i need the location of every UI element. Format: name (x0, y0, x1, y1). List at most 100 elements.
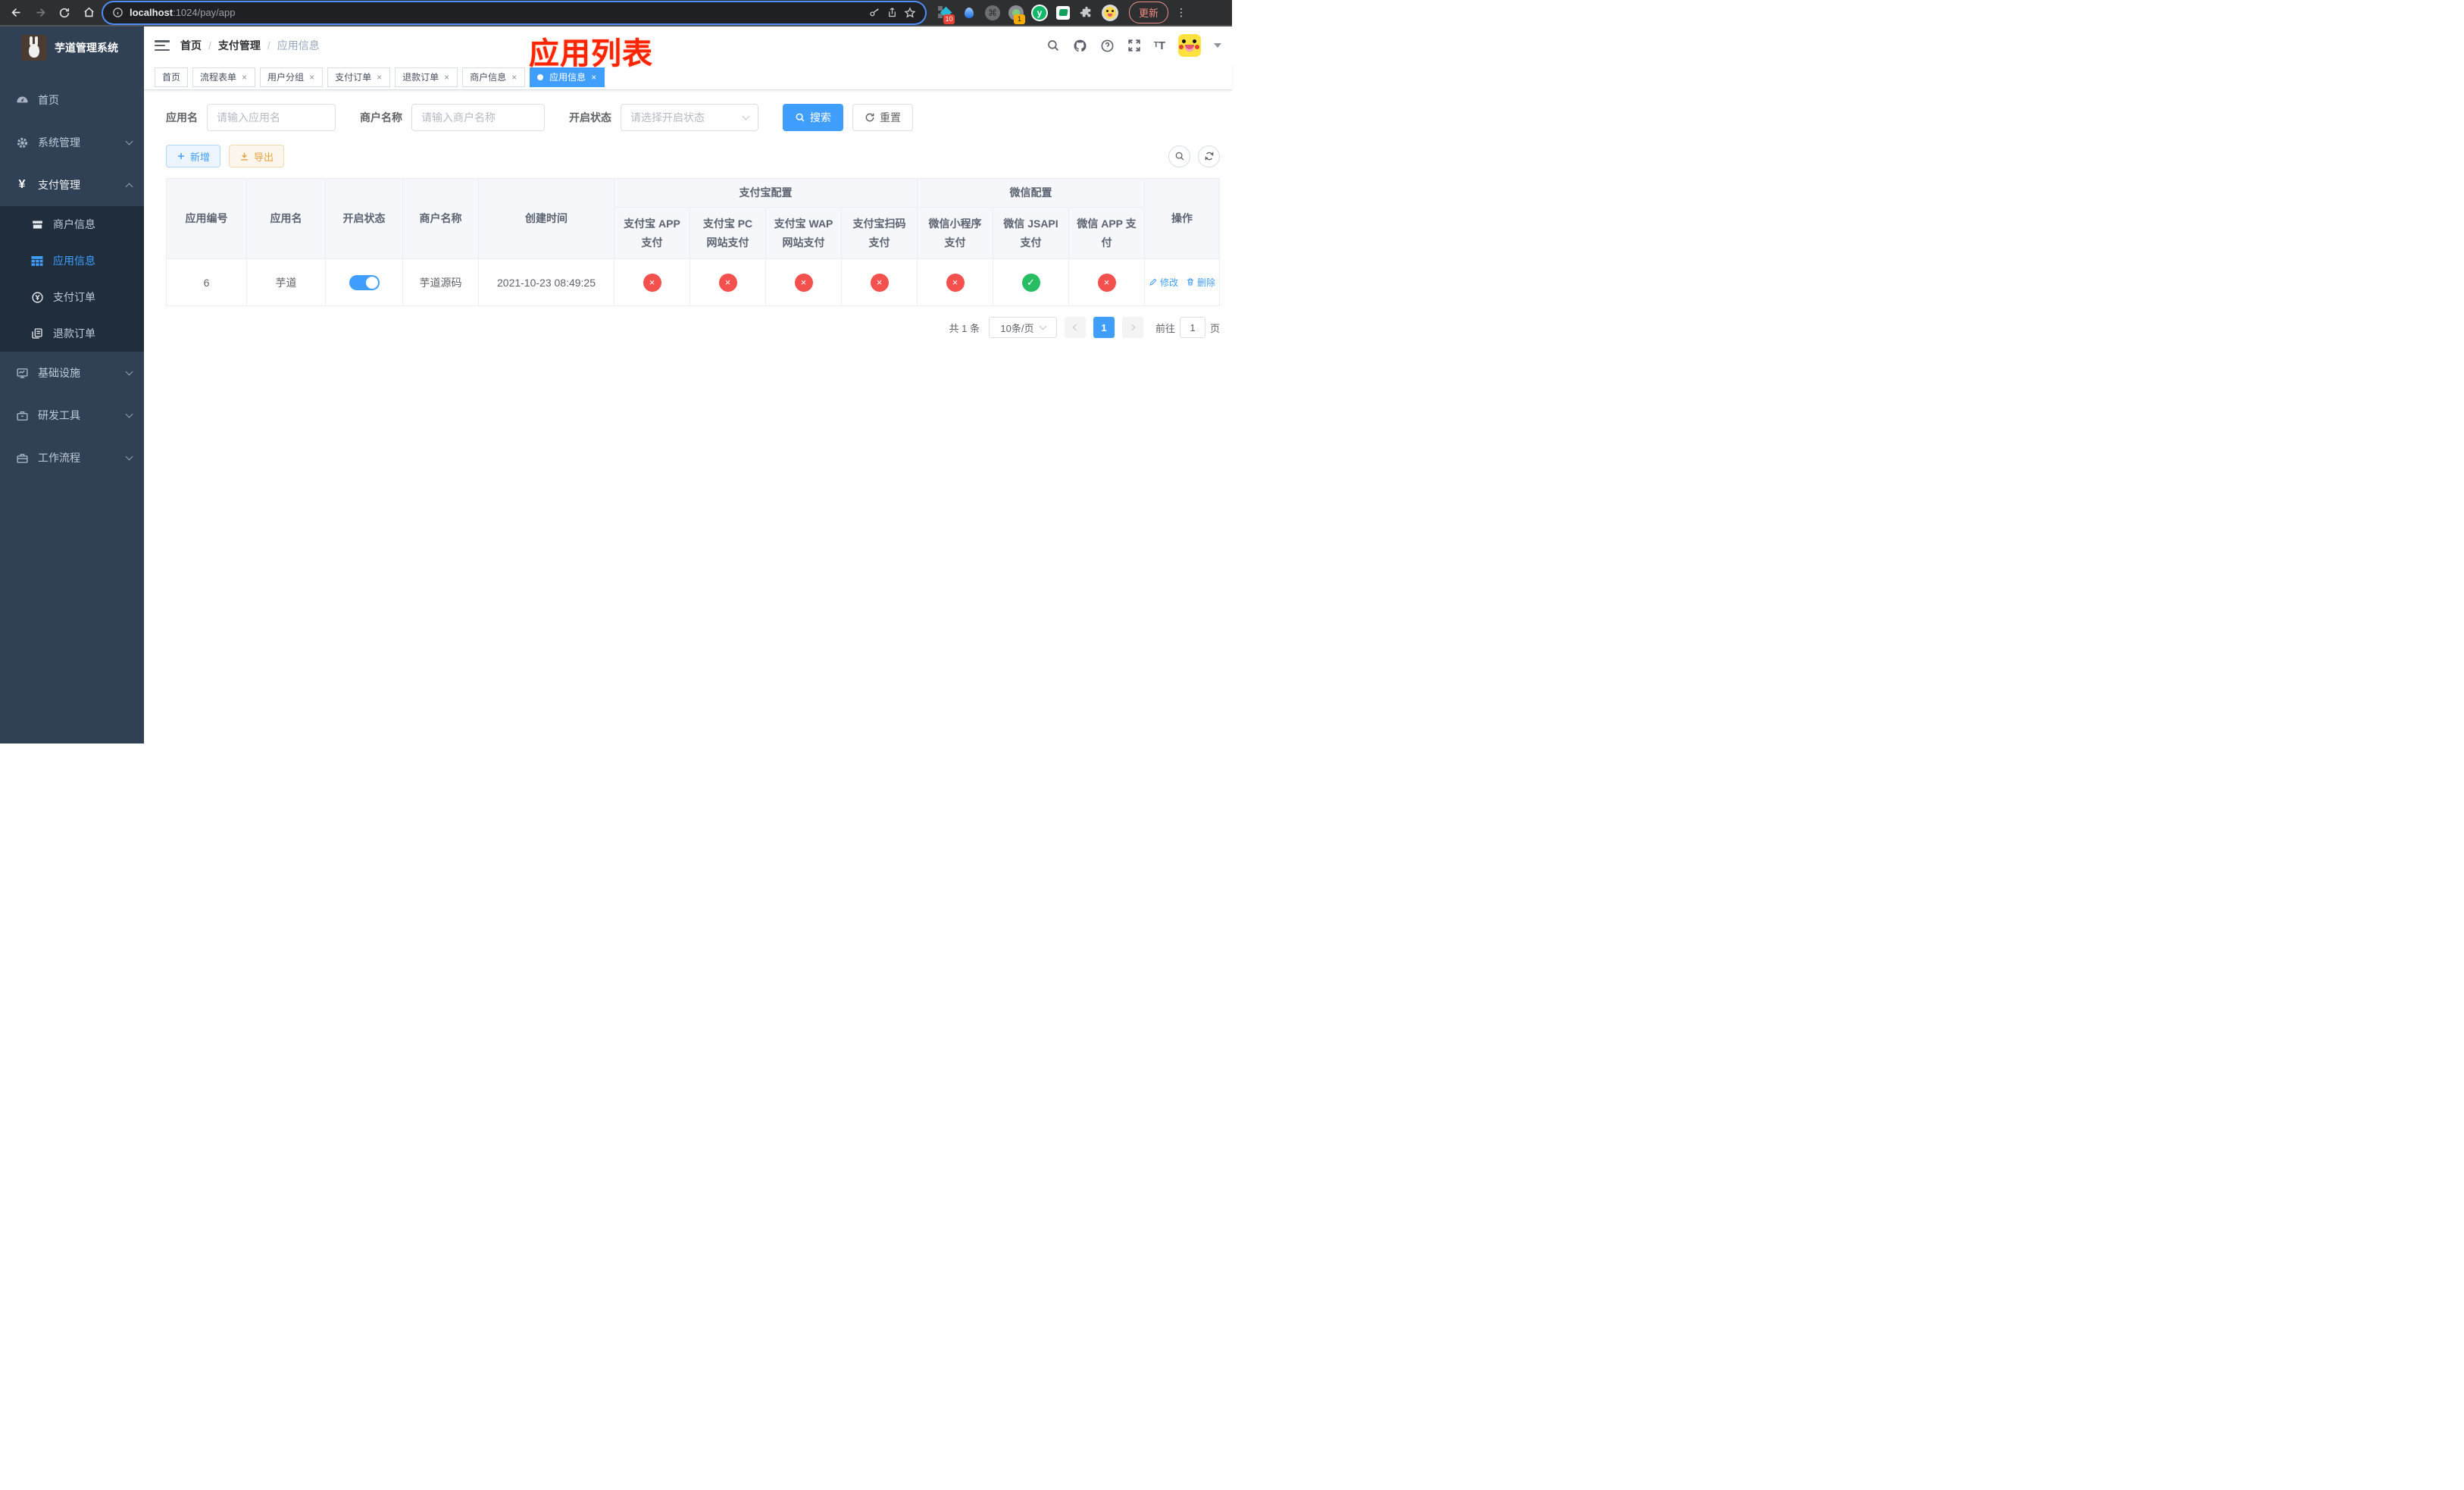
tab-home[interactable]: 首页 (155, 67, 189, 87)
close-icon[interactable]: × (308, 73, 315, 82)
delete-link[interactable]: 删除 (1186, 276, 1215, 289)
user-avatar[interactable] (1178, 34, 1201, 57)
merchant-name-label: 商户名称 (360, 111, 402, 124)
refresh-icon (1205, 152, 1213, 161)
edit-link[interactable]: 修改 (1149, 276, 1178, 289)
goto-page-input[interactable] (1179, 317, 1205, 339)
address-bar[interactable]: localhost:1024/pay/app (103, 2, 925, 23)
gear-icon (15, 136, 29, 149)
tab-pay-orders[interactable]: 支付订单 × (327, 67, 391, 87)
close-icon[interactable]: × (511, 73, 518, 82)
extensions-puzzle-icon[interactable] (1078, 5, 1095, 21)
app-name-input[interactable]: 请输入应用名 (207, 104, 336, 131)
breadcrumb-home[interactable]: 首页 (180, 38, 202, 53)
add-button[interactable]: 新增 (166, 145, 221, 167)
ext-balloon-icon[interactable] (961, 5, 977, 21)
search-button[interactable]: 搜索 (783, 104, 843, 131)
sidebar-item-workflow[interactable]: 工作流程 (0, 437, 144, 479)
cell-alipay-pc: × (689, 258, 766, 307)
sidebar-item-dev-tools[interactable]: 研发工具 (0, 394, 144, 437)
export-button[interactable]: 导出 (229, 145, 285, 167)
sidebar: 芋道管理系统 首页 系统管理 ¥ 支付管理 商户信息 应用信息 支付订单 退款订… (0, 27, 144, 743)
tab-user-group[interactable]: 用户分组 × (260, 67, 324, 87)
edit-pencil-icon (1149, 278, 1157, 286)
group-header-alipay: 支付宝配置 (614, 177, 918, 208)
share-icon[interactable] (886, 7, 898, 18)
next-page-button[interactable] (1121, 317, 1143, 339)
bookmark-star-icon[interactable] (904, 6, 916, 19)
col-header-alipay-app: 支付宝 APP 支付 (614, 207, 690, 260)
close-icon[interactable]: × (241, 73, 248, 82)
cell-wechat-app: × (1068, 258, 1146, 307)
chevron-down-icon (125, 452, 133, 461)
password-key-icon[interactable] (868, 7, 880, 19)
status-toggle[interactable] (349, 274, 380, 290)
status-select[interactable]: 请选择开启状态 (621, 104, 758, 131)
ext-badge: 10 (943, 14, 955, 24)
forward-icon[interactable] (30, 3, 50, 23)
tab-refund-orders[interactable]: 退款订单 × (395, 67, 458, 87)
page-size-select[interactable]: 10条/页 (988, 317, 1057, 339)
chevron-up-icon (125, 183, 133, 190)
merchant-name-input[interactable]: 请输入商户名称 (411, 104, 545, 131)
avatar-caret-icon[interactable] (1214, 43, 1221, 48)
sidebar-item-merchant-info[interactable]: 商户信息 (0, 206, 144, 243)
sidebar-item-label: 退款订单 (53, 327, 95, 340)
status-icon: × (794, 273, 813, 292)
sidebar-item-pay-orders[interactable]: 支付订单 (0, 279, 144, 315)
back-icon[interactable] (6, 3, 26, 23)
home-icon[interactable] (79, 3, 98, 23)
chevron-down-icon (1039, 322, 1046, 330)
chrome-update-button[interactable]: 更新 (1129, 2, 1169, 23)
cell-alipay-qr: × (841, 258, 918, 307)
sidebar-item-home[interactable]: 首页 (0, 79, 144, 121)
navbar-actions: TT (1046, 34, 1221, 57)
page-number-1[interactable]: 1 (1093, 317, 1115, 339)
tab-app-info[interactable]: 应用信息 × (530, 67, 605, 87)
url-host: localhost (130, 7, 174, 18)
ext-badge: 1 (1014, 14, 1025, 24)
fullscreen-icon[interactable] (1127, 39, 1141, 52)
font-size-icon[interactable]: TT (1154, 40, 1165, 52)
ext-chat-icon[interactable] (1055, 5, 1071, 21)
app-table: 应用编号 应用名 开启状态 商户名称 创建时间 支付宝配置 微信配置 操作 支付… (166, 177, 1220, 307)
sidebar-toggle-icon[interactable] (155, 40, 170, 51)
refresh-table-button[interactable] (1198, 145, 1220, 167)
reset-button[interactable]: 重置 (852, 104, 913, 131)
col-header-merchant: 商户名称 (402, 177, 479, 260)
tags-view-bar: 首页 流程表单 × 用户分组 × 支付订单 × 退款订单 × 商户信息 × 应用信息 × (144, 64, 1232, 90)
sidebar-logo[interactable]: 芋道管理系统 (0, 27, 144, 68)
tab-process-form[interactable]: 流程表单 × (192, 67, 256, 87)
col-header-wechat-mini: 微信小程序支付 (917, 207, 993, 260)
hide-search-button[interactable] (1168, 145, 1190, 167)
sidebar-item-refund-orders[interactable]: 退款订单 (0, 315, 144, 352)
sidebar-item-system[interactable]: 系统管理 (0, 121, 144, 164)
browser-menu-icon[interactable]: ⋮ (1176, 6, 1187, 19)
site-info-icon[interactable] (112, 7, 124, 18)
github-icon[interactable] (1073, 39, 1087, 53)
reload-icon[interactable] (55, 3, 74, 23)
ext-command-icon[interactable]: ⌘ (984, 5, 1001, 21)
browser-toolbar: localhost:1024/pay/app 10 ⌘ 1 y 更新 ⋮ (0, 0, 1232, 27)
ext-recorder-icon[interactable]: 1 (1008, 5, 1025, 24)
sidebar-item-label: 商户信息 (53, 218, 95, 230)
cell-alipay-app: × (614, 258, 690, 307)
breadcrumb-payment[interactable]: 支付管理 (218, 38, 261, 53)
ext-devtools-icon[interactable]: 10 (937, 5, 955, 24)
page-content: 应用名 请输入应用名 商户名称 请输入商户名称 开启状态 请选择开启状态 搜索 … (144, 90, 1232, 743)
download-icon (241, 152, 248, 161)
tab-merchant-info[interactable]: 商户信息 × (462, 67, 526, 87)
status-icon: × (870, 273, 889, 292)
close-icon[interactable]: × (590, 73, 597, 82)
help-icon[interactable] (1100, 39, 1115, 53)
close-icon[interactable]: × (376, 73, 383, 82)
sidebar-item-app-info[interactable]: 应用信息 (0, 243, 144, 279)
prev-page-button[interactable] (1064, 317, 1086, 339)
sidebar-item-infrastructure[interactable]: 基础设施 (0, 352, 144, 394)
extensions-strip: 10 ⌘ 1 y (937, 4, 1118, 24)
sidebar-item-payment[interactable]: ¥ 支付管理 (0, 164, 144, 206)
close-icon[interactable]: × (443, 73, 450, 82)
search-icon[interactable] (1046, 39, 1060, 52)
ext-y-icon[interactable]: y (1031, 4, 1048, 21)
browser-profile-avatar[interactable] (1102, 4, 1118, 21)
